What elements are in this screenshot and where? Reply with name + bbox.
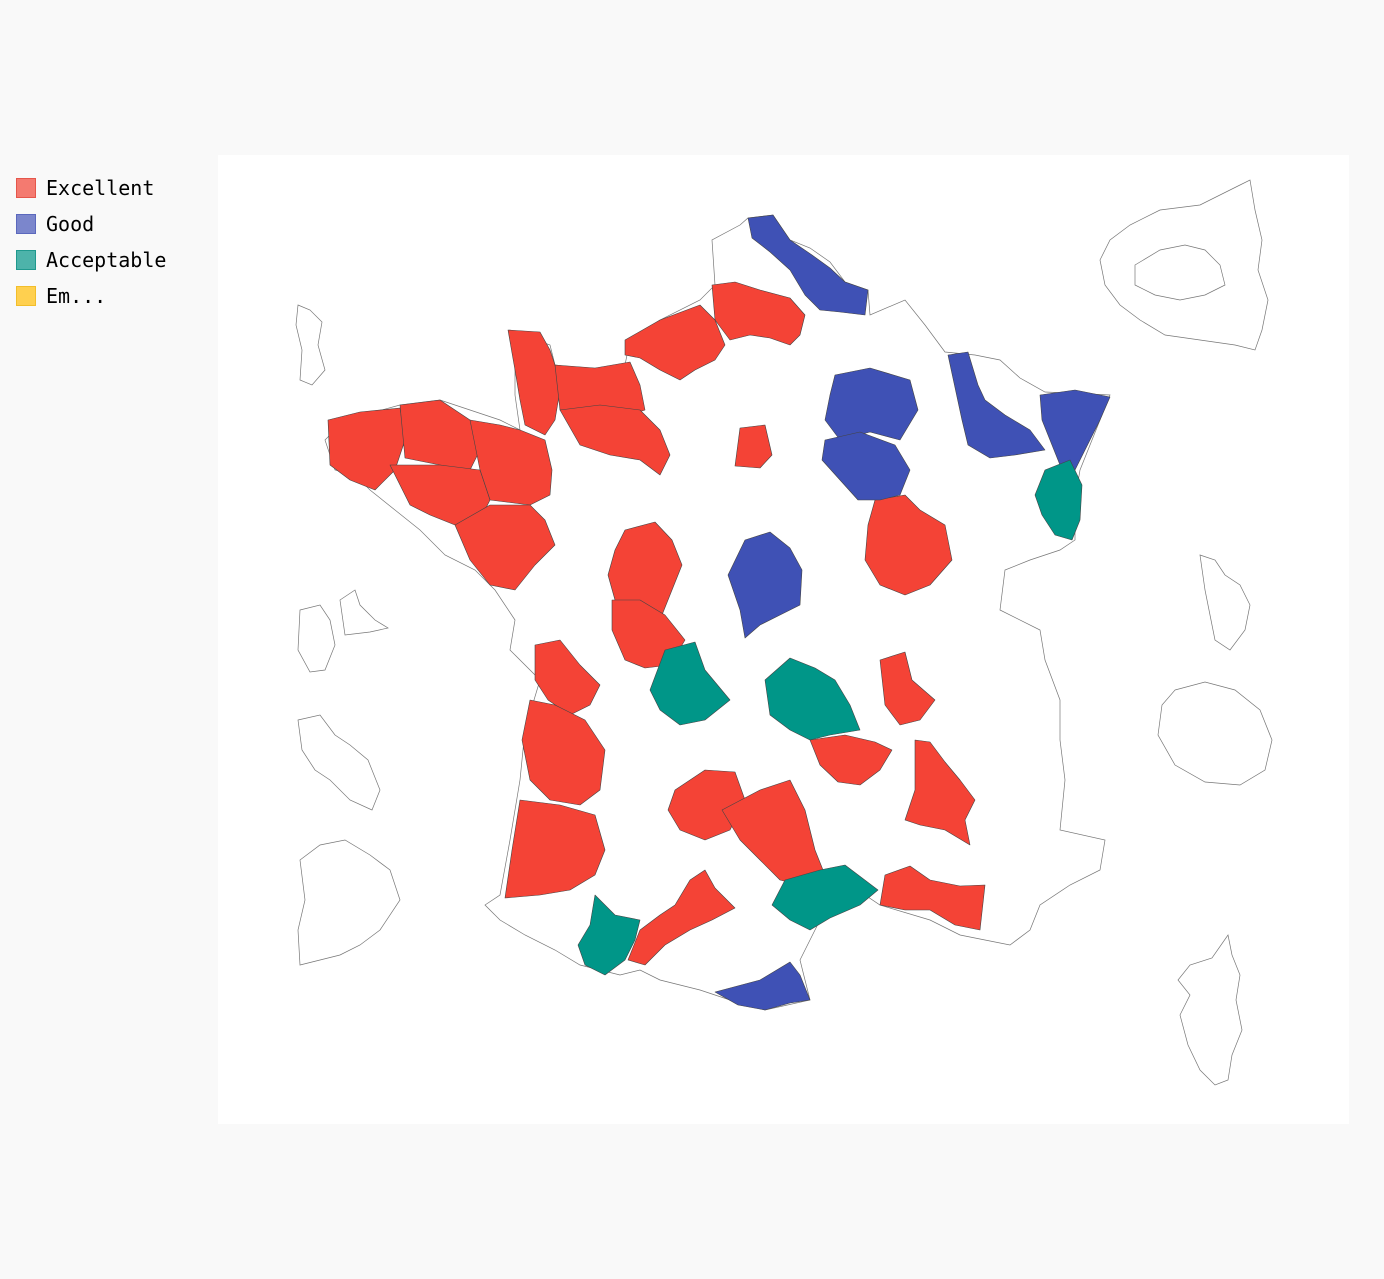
legend-item-em[interactable]: Em... — [16, 278, 166, 314]
legend-item-acceptable[interactable]: Acceptable — [16, 242, 166, 278]
guadeloupe-inset-outline — [297, 604, 336, 673]
corsica-outline — [1177, 934, 1243, 1086]
martinique-inset-outline — [297, 714, 381, 811]
legend-label: Em... — [46, 284, 107, 308]
legend-swatch-good — [16, 214, 36, 234]
reunion-inset-outline — [1157, 681, 1273, 786]
department-good[interactable] — [824, 367, 919, 441]
legend-swatch-excellent — [16, 178, 36, 198]
legend: Excellent Good Acceptable Em... — [16, 170, 166, 314]
chart-canvas: Excellent Good Acceptable Em... — [0, 0, 1384, 1279]
guadeloupe-north-outline — [295, 304, 326, 386]
legend-swatch-em — [16, 286, 36, 306]
legend-label: Acceptable — [46, 248, 167, 272]
legend-swatch-acceptable — [16, 250, 36, 270]
legend-item-excellent[interactable]: Excellent — [16, 170, 166, 206]
guyane-inset-outline — [297, 839, 401, 966]
france-map — [295, 179, 1273, 1086]
guadeloupe-east-outline — [339, 589, 389, 636]
legend-label: Good — [46, 212, 95, 236]
legend-label: Excellent — [46, 176, 155, 200]
mayotte-inset-outline — [1199, 554, 1251, 651]
legend-item-good[interactable]: Good — [16, 206, 166, 242]
map-plot-area — [218, 155, 1349, 1124]
